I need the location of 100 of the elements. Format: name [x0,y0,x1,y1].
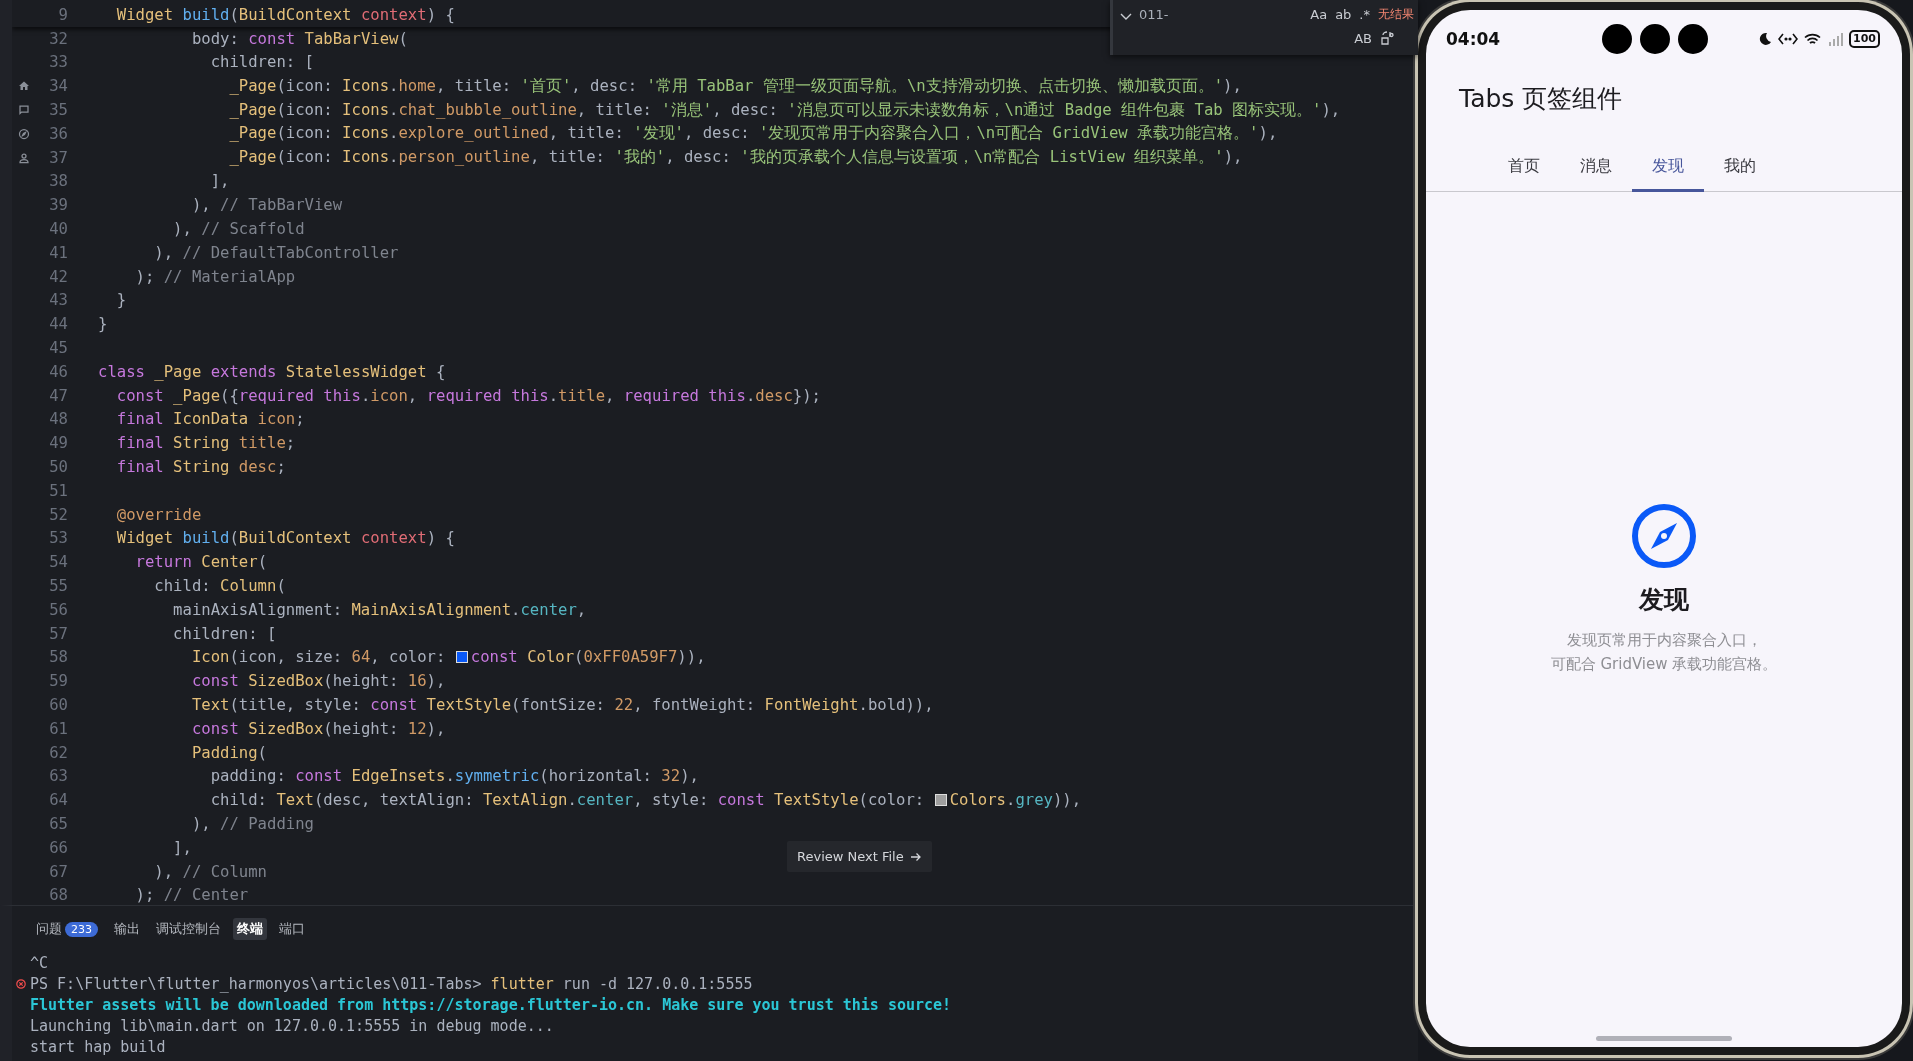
page-description: 发现页常用于内容聚合入口，可配合 GridView 承载功能宫格。 [1550,630,1778,675]
code-line: ), // TabBarView [190,196,343,215]
person-icon [18,151,30,164]
line-number: 34 [49,77,68,96]
code-line: class _Page extends StatelessWidget { [98,362,446,381]
panel-tab[interactable]: 问题 233 [32,918,102,940]
code-line: ), // DefaultTabController [153,243,399,262]
line-number: 63 [49,767,68,786]
line-number: 46 [49,362,68,381]
line-number: 50 [49,458,68,477]
line-number: 60 [49,696,68,714]
tab[interactable]: 我的 [1704,144,1776,192]
tab[interactable]: 消息 [1560,144,1632,192]
camera-icon [1640,24,1670,54]
code-line: Padding( [190,743,267,762]
line-number: 44 [49,315,68,334]
page-title: 发现 [1639,584,1689,616]
code-line: _Page(icon: Icons.home, title: '首页', desc: '常用 TabBar 管理一级页面导航。\n支持滑动切换、点击切换、懒加载页面。'), [228,75,1242,97]
code-line: padding: const EdgeInsets.symmetric(horizontal: 32), [209,767,699,786]
code-line: final String desc; [115,458,286,477]
line-number: 53 [49,529,68,548]
line-number: 65 [49,815,68,833]
line-number: 68 [49,886,68,905]
line-number: 49 [49,434,68,453]
terminal-line: ^C [30,953,49,972]
app-bar-title: Tabs 页签组件 [1458,83,1624,115]
line-number: 67 [49,862,68,881]
terminal-line: Flutter assets will be downloaded from https://storage.flutter-io.cn. Make sure you trust this source! [30,995,952,1014]
find-input-field[interactable]: 011- [1139,6,1303,22]
line-number: 33 [49,53,68,72]
tab[interactable]: 发现 [1632,144,1704,192]
line-number: 38 [49,172,68,191]
chat-bubble-icon [18,104,30,117]
line-number: 42 [49,267,68,286]
terminal-line: Launching lib\main.dart on 127.0.0.1:5555 in debug mode... [30,1016,554,1035]
code-line: Widget build(BuildContext context) { [115,529,455,548]
code-line: _Page(icon: Icons.explore_outlined, title: '发现', desc: '发现页常用于内容聚合入口，\n可配合 GridView 承载功能宫格。'), [228,123,1278,145]
camera-icon [1678,24,1708,54]
code-line: child: Text(desc, textAlign: TextAlign.center, style: const TextStyle(color: Colors.grey)), [209,791,1082,810]
code-line: final String title; [115,434,296,453]
code-line: _Page(icon: Icons.person_outline, title: '我的', desc: '我的页承载个人信息与设置项，\n常配合 ListView 组织菜单。'), [228,147,1243,169]
code-line: Widget build(BuildContext context) { [115,5,455,24]
line-number: 41 [49,243,68,262]
terminal-line: PS F:\Flutter\flutter_harmonyos\articles\011-Tabs> flutter run -d 127.0.0.1:5555 [30,974,753,993]
code-line: Icon(icon, size: 64, color: const Color(0xFF0A59F7)), [190,648,706,667]
panel-tab[interactable]: 调试控制台 [152,918,225,940]
panel-tab[interactable]: 输出 [110,918,144,940]
line-number: 51 [49,481,68,500]
line-number: 52 [49,505,68,524]
find-option-toggle[interactable]: .* [1359,6,1370,22]
line-number: 36 [49,124,68,143]
code-line: return Center( [134,553,267,572]
arrow-right-icon [909,850,922,863]
terminal-line: start hap build [30,1037,166,1056]
code-brackets-icon [1778,33,1799,45]
count-badge: 233 [65,921,98,937]
line-number: 39 [49,196,68,215]
panel-tab[interactable]: 终端 [233,918,267,940]
line-number: 35 [49,101,68,120]
line-number: 47 [49,386,68,405]
line-number: 37 [49,148,68,167]
code-line: ), // Padding [190,815,314,833]
code-line: children: [ [209,53,314,72]
line-number: 40 [49,220,68,239]
panel-tab[interactable]: 端口 [275,918,309,940]
find-option-toggle[interactable]: ab [1335,6,1352,22]
code-line: ), // Column [153,862,267,881]
review-next-file-button[interactable]: Review Next File [787,841,932,872]
line-number: 55 [49,577,68,595]
line-number: 62 [49,743,68,762]
line-number: 9 [58,5,68,24]
line-number: 57 [49,624,68,643]
line-number: 32 [49,29,68,48]
chevron-down-icon[interactable] [1119,12,1133,22]
tab[interactable]: 首页 [1488,144,1560,192]
line-number: 59 [49,672,68,691]
line-number: 45 [49,339,68,358]
code-line: } [98,315,108,334]
replace-all-icon[interactable] [1380,30,1394,46]
line-number: 61 [49,719,68,738]
preserve-case-toggle[interactable]: AB [1354,30,1372,46]
line-number: 64 [49,791,68,810]
home-icon [18,80,30,93]
camera-icon [1602,24,1632,54]
compass-icon [1631,503,1697,569]
line-number: 66 [49,838,68,857]
code-line: body: const TabBarView( [190,29,408,48]
code-line: final IconData icon; [115,410,305,429]
find-result-text: 无结果 [1378,5,1414,23]
code-line: } [115,291,127,310]
code-line: @override [115,505,202,524]
compass-icon [18,127,30,140]
line-number: 43 [49,291,68,310]
line-number: 56 [49,600,68,619]
code-line: const _Page({required this.icon, required this.title, required this.desc}); [115,386,821,405]
code-line: _Page(icon: Icons.chat_bubble_outline, title: '消息', desc: '消息页可以显示未读数角标，\n通过 Badge 组件包裹 Tab 图标实现。'), [228,99,1341,121]
find-option-toggle[interactable]: Aa [1310,6,1328,22]
code-line: const SizedBox(height: 12), [190,719,446,738]
status-time: 04:04 [1446,29,1502,49]
code-line: mainAxisAlignment: MainAxisAlignment.center, [172,600,587,619]
